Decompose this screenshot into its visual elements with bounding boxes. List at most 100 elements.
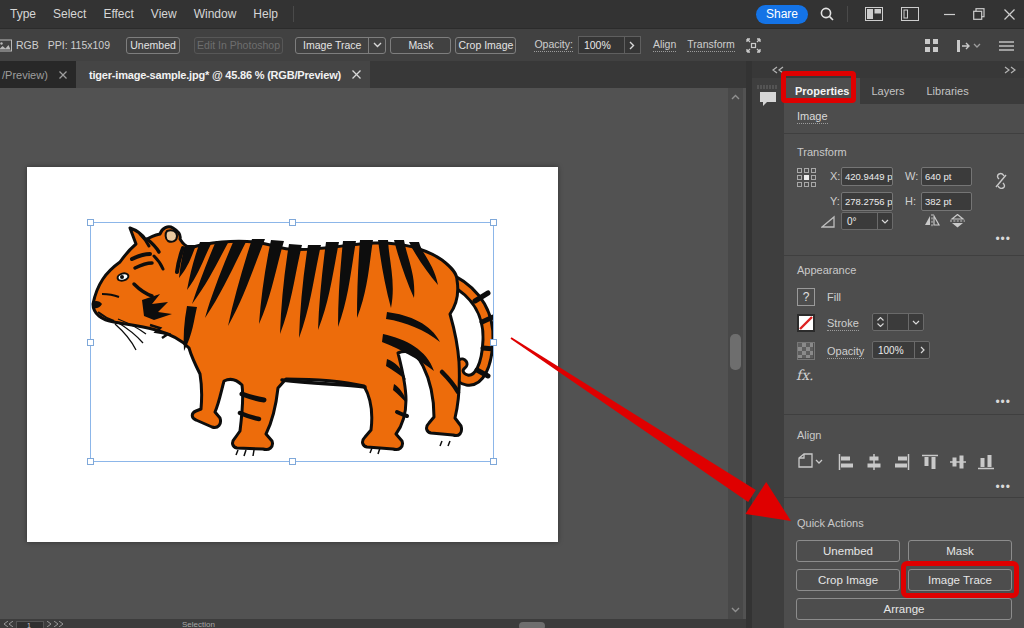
x-field[interactable]: 420.9449 p [841, 167, 893, 186]
dock-options-icon[interactable] [956, 39, 982, 53]
opacity-link[interactable]: Opacity: [534, 38, 573, 52]
image-trace-button-label[interactable]: Image Trace [296, 38, 368, 53]
expand-panels-icon[interactable] [1004, 66, 1016, 74]
align-more-options[interactable]: ••• [995, 480, 1011, 494]
close-button[interactable] [994, 0, 1024, 28]
image-trace-dropdown[interactable] [368, 38, 385, 53]
selection-handle[interactable] [490, 339, 497, 346]
stroke-weight-arrows[interactable] [873, 314, 887, 330]
quick-crop-image-button[interactable]: Crop Image [796, 569, 900, 591]
flip-horizontal-icon[interactable] [924, 214, 940, 227]
selection-handle[interactable] [289, 458, 296, 465]
transform-link[interactable]: Transform [687, 38, 734, 52]
opacity-panel-control[interactable]: 100% [872, 341, 930, 359]
next-artboard-icon[interactable] [46, 621, 64, 627]
mask-button[interactable]: Mask [390, 37, 451, 54]
align-horizontal-center-icon[interactable] [866, 454, 882, 470]
minimize-button[interactable] [934, 0, 964, 28]
opacity-panel-arrow[interactable] [914, 342, 929, 358]
fill-label[interactable]: Fill [827, 291, 841, 303]
angle-dropdown-arrow[interactable] [877, 213, 892, 229]
canvas-area[interactable] [0, 88, 746, 619]
selection-handle[interactable] [87, 219, 94, 226]
isolate-selection-icon[interactable] [745, 37, 762, 54]
artboard[interactable] [27, 167, 558, 542]
opacity-label[interactable]: Opacity [827, 345, 864, 359]
scroll-down-icon[interactable] [728, 603, 743, 617]
quick-unembed-button[interactable]: Unembed [796, 540, 900, 562]
selection-handle[interactable] [87, 339, 94, 346]
w-field[interactable]: 640 pt [921, 167, 972, 186]
menu-help[interactable]: Help [245, 0, 287, 28]
fill-swatch[interactable]: ? [797, 288, 815, 306]
workspace-switcher-icon[interactable] [865, 7, 883, 21]
document-tab-active[interactable]: tiger-image-sample.jpg* @ 45.86 % (RGB/P… [76, 61, 370, 88]
opacity-value-field[interactable]: 100% [578, 36, 624, 54]
align-right-icon[interactable] [894, 454, 910, 470]
stroke-weight-value[interactable] [887, 314, 908, 330]
align-bottom-icon[interactable] [978, 454, 994, 470]
selection-handle[interactable] [490, 219, 497, 226]
align-left-icon[interactable] [838, 454, 854, 470]
panel-grip-icon[interactable] [757, 85, 779, 89]
quick-mask-button[interactable]: Mask [908, 540, 1012, 562]
panel-icon-strip [752, 78, 784, 628]
first-artboard-icon[interactable] [4, 621, 14, 627]
document-tab-inactive[interactable]: /Preview) [0, 61, 76, 88]
angle-dropdown[interactable]: 0° [841, 212, 893, 230]
reference-point-locator[interactable] [797, 168, 816, 187]
control-bar: RGB PPI: 115x109 Unembed Edit In Photosh… [0, 28, 1024, 61]
stroke-swatch[interactable] [797, 314, 815, 332]
selection-handle[interactable] [289, 219, 296, 226]
angle-value[interactable]: 0° [842, 213, 877, 229]
crop-image-button[interactable]: Crop Image [455, 37, 516, 54]
align-link[interactable]: Align [653, 38, 676, 52]
opacity-panel-value[interactable]: 100% [873, 342, 914, 358]
opacity-swatch[interactable] [797, 342, 815, 360]
menu-window[interactable]: Window [185, 0, 245, 28]
stroke-weight-stepper[interactable] [872, 313, 924, 331]
align-top-icon[interactable] [922, 454, 938, 470]
stroke-weight-dropdown[interactable] [908, 314, 923, 330]
image-trace-split-button[interactable]: Image Trace [295, 37, 386, 54]
fx-effects-button[interactable]: fx. [796, 367, 814, 383]
tab-libraries[interactable]: Libraries [915, 78, 979, 104]
menu-view[interactable]: View [142, 0, 185, 28]
stroke-label[interactable]: Stroke [827, 317, 859, 331]
comments-panel-icon[interactable] [758, 90, 778, 108]
close-tab-icon[interactable] [352, 70, 361, 79]
artboard-number-field[interactable]: 1 [16, 621, 44, 628]
flip-vertical-icon[interactable] [950, 214, 965, 228]
vertical-scrollbar[interactable] [728, 88, 743, 619]
selection-handle[interactable] [490, 458, 497, 465]
unembed-button[interactable]: Unembed [126, 37, 180, 54]
opacity-control[interactable]: 100% [578, 36, 641, 54]
appearance-more-options[interactable]: ••• [995, 395, 1011, 409]
menu-select[interactable]: Select [45, 0, 95, 28]
y-field[interactable]: 278.2756 p [841, 192, 893, 211]
search-icon[interactable] [819, 6, 835, 22]
selection-bounding-box[interactable] [90, 222, 494, 462]
scroll-up-icon[interactable] [728, 90, 743, 104]
object-type-link[interactable]: Image [797, 110, 828, 124]
align-to-selection-icon[interactable] [797, 453, 823, 470]
restore-button[interactable] [964, 0, 994, 28]
snap-options-icon[interactable] [924, 38, 939, 53]
quick-actions-heading: Quick Actions [797, 517, 864, 529]
align-vertical-center-icon[interactable] [950, 454, 966, 470]
quick-arrange-button[interactable]: Arrange [796, 598, 1012, 620]
transform-more-options[interactable]: ••• [995, 232, 1011, 246]
share-button[interactable]: Share [756, 5, 808, 24]
horizontal-scrollbar-thumb[interactable] [519, 622, 545, 628]
h-field[interactable]: 382 pt [921, 192, 972, 211]
menu-list-icon[interactable] [999, 40, 1014, 52]
menu-type[interactable]: Type [0, 0, 45, 28]
vertical-scrollbar-thumb[interactable] [730, 334, 741, 370]
constrain-proportions-icon[interactable] [993, 172, 1009, 190]
opacity-expand-arrow[interactable] [624, 36, 641, 54]
selection-handle[interactable] [87, 458, 94, 465]
document-setup-icon[interactable] [901, 7, 919, 21]
tab-layers[interactable]: Layers [860, 78, 915, 104]
close-tab-icon[interactable] [59, 71, 67, 79]
menu-effect[interactable]: Effect [95, 0, 142, 28]
